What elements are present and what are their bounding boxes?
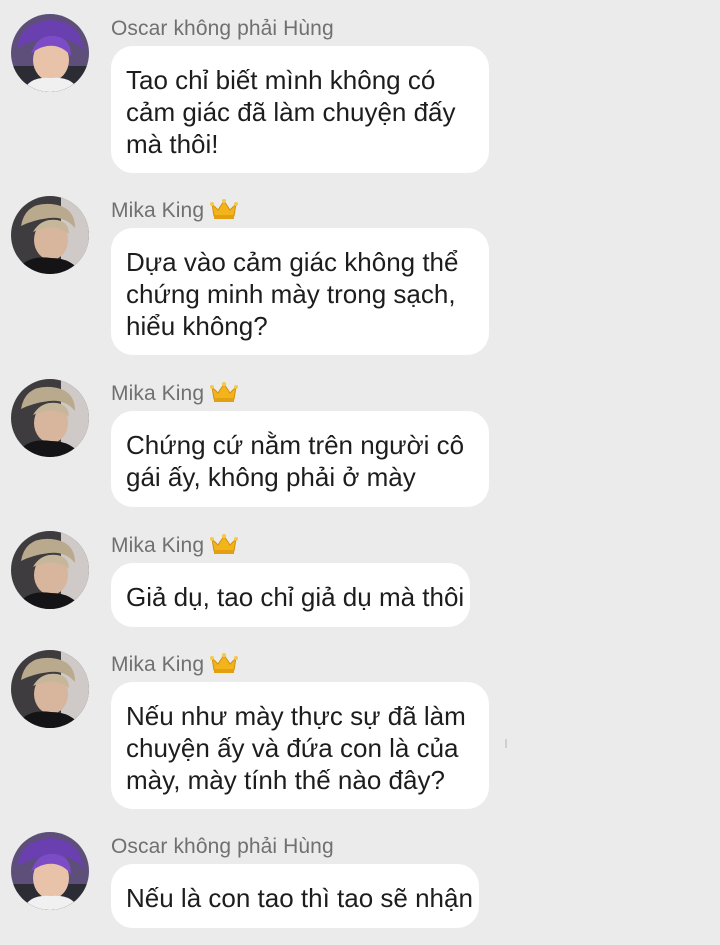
crown-icon <box>210 381 239 403</box>
message-text: hiểu không? <box>126 311 268 341</box>
message-text: Nếu là con tao thì tao sẽ nhận <box>126 883 473 913</box>
sender-name-text: Mika King <box>111 534 205 557</box>
message-text: chứng minh mày trong sạch, <box>126 279 456 309</box>
message-text: mày, mày tính thế nào đây? <box>126 765 445 795</box>
avatar-mika[interactable] <box>11 650 89 728</box>
sender-name: Oscar không phải Hùng <box>111 835 334 858</box>
message-bubble[interactable]: Nếu như mày thực sự đã làm chuyện ấy và … <box>111 682 489 809</box>
crown-icon <box>210 198 239 220</box>
message-text: Giả dụ, tao chỉ giả dụ mà thôi <box>126 582 465 612</box>
crown-icon <box>210 652 239 674</box>
sender-name-text: Mika King <box>111 199 205 222</box>
message-text: Nếu như mày thực sự đã làm <box>126 701 466 731</box>
avatar-mika[interactable] <box>11 379 89 457</box>
message-bubble[interactable]: Giả dụ, tao chỉ giả dụ mà thôi <box>111 563 470 627</box>
avatar-oscar[interactable] <box>11 832 89 910</box>
message-text: mà thôi! <box>126 129 219 159</box>
message-text: Chứng cứ nằm trên người cô <box>126 430 465 460</box>
sender-name: Mika King <box>111 379 239 409</box>
avatar-mika[interactable] <box>11 531 89 609</box>
avatar-mika[interactable] <box>11 196 89 274</box>
message-bubble[interactable]: Tao chỉ biết mình không có cảm giác đã l… <box>111 46 489 173</box>
chat-thread: Oscar không phải Hùng Tao chỉ biết mình … <box>0 0 720 945</box>
avatar-oscar[interactable] <box>11 14 89 92</box>
sender-name: Mika King <box>111 650 239 680</box>
divider <box>505 739 507 748</box>
crown-icon <box>210 533 239 555</box>
message-bubble[interactable]: Dựa vào cảm giác không thể chứng minh mà… <box>111 228 489 355</box>
message-text: cảm giác đã làm chuyện đấy <box>126 97 456 127</box>
message-text: chuyện ấy và đứa con là của <box>126 733 459 763</box>
message-text: Tao chỉ biết mình không có <box>126 65 436 95</box>
message-text: gái ấy, không phải ở mày <box>126 462 416 492</box>
sender-name: Oscar không phải Hùng <box>111 17 334 40</box>
message-text: Dựa vào cảm giác không thể <box>126 247 459 277</box>
sender-name-text: Mika King <box>111 382 205 405</box>
message-bubble[interactable]: Nếu là con tao thì tao sẽ nhận <box>111 864 479 928</box>
sender-name: Mika King <box>111 531 239 561</box>
message-bubble[interactable]: Chứng cứ nằm trên người cô gái ấy, không… <box>111 411 489 507</box>
sender-name-text: Mika King <box>111 653 205 676</box>
sender-name: Mika King <box>111 196 239 226</box>
